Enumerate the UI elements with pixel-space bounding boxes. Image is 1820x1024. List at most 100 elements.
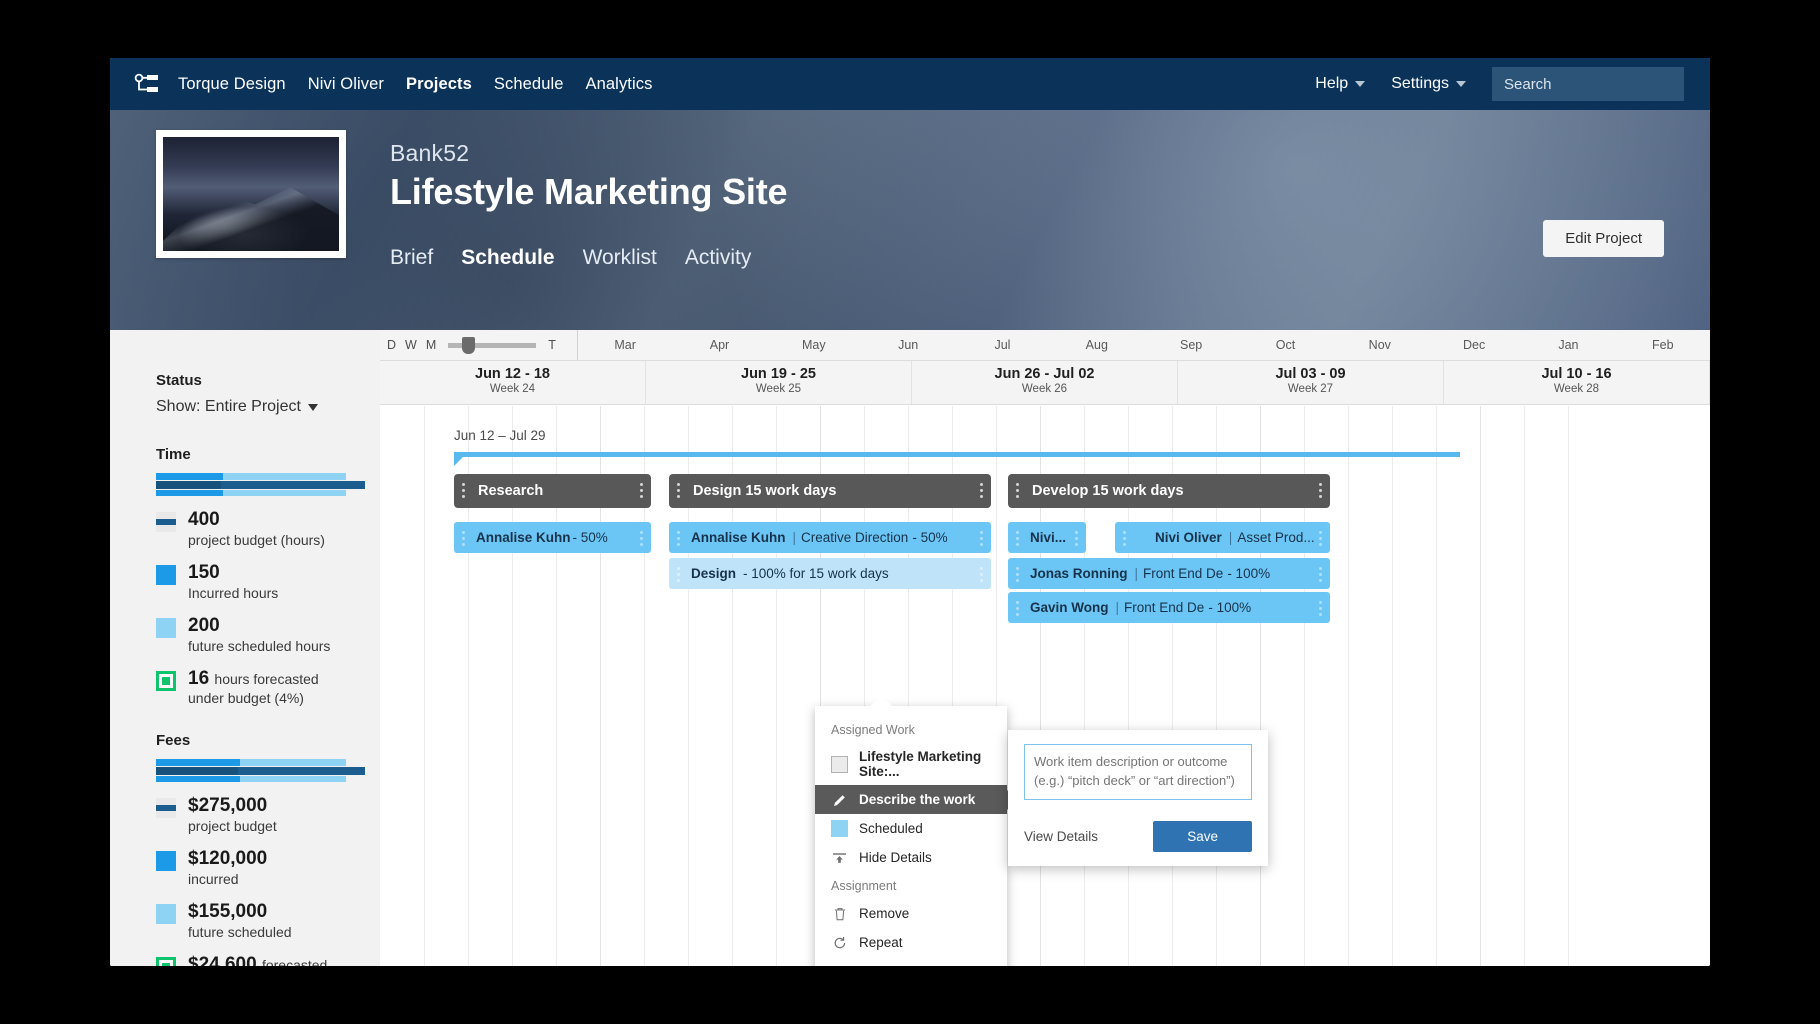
repeat-icon: [831, 934, 848, 951]
drag-handle-right[interactable]: [980, 567, 983, 583]
tab-schedule[interactable]: Schedule: [461, 246, 554, 270]
gantt-timeline: D W M T Mar Apr May Jun Jul Aug Sep Oct …: [380, 330, 1710, 966]
legend-row: 150 Incurred hours: [156, 562, 380, 601]
drag-handle-right[interactable]: [640, 483, 643, 499]
drag-handle-left[interactable]: [462, 531, 465, 547]
swatch-incurred-icon: [156, 565, 176, 585]
week-column[interactable]: Jul 03 - 09 Week 27: [1178, 361, 1444, 404]
drag-handle-right[interactable]: [1319, 483, 1322, 499]
week-column[interactable]: Jun 26 - Jul 02 Week 26: [912, 361, 1178, 404]
drag-handle-left[interactable]: [462, 483, 465, 499]
phase-label: Develop 15 work days: [1032, 483, 1184, 499]
drag-handle-right[interactable]: [980, 531, 983, 547]
week-range: Jun 12 - 18: [380, 366, 645, 382]
week-column[interactable]: Jun 12 - 18 Week 24: [380, 361, 646, 404]
chevron-down-icon: [1355, 81, 1365, 87]
zoom-total-button[interactable]: T: [548, 338, 556, 352]
nav-link-torque-design[interactable]: Torque Design: [178, 75, 286, 94]
ctx-item-scheduled[interactable]: Scheduled: [815, 814, 1007, 843]
help-menu[interactable]: Help: [1315, 75, 1365, 93]
tab-worklist[interactable]: Worklist: [583, 246, 657, 270]
task-bar-nivi-short[interactable]: Nivi...: [1008, 522, 1086, 553]
swatch-blue-icon: [831, 820, 848, 837]
ctx-item-describe-the-work[interactable]: Describe the work: [815, 785, 1007, 814]
phase-bar-research[interactable]: Research: [454, 474, 651, 508]
week-column[interactable]: Jul 10 - 16 Week 28: [1444, 361, 1710, 404]
task-bar-jonas-ronning[interactable]: Jonas Ronning | Front End De - 100%: [1008, 558, 1330, 589]
legend-row: 400 project budget (hours): [156, 509, 380, 548]
task-bar-gavin-wong[interactable]: Gavin Wong | Front End De - 100%: [1008, 592, 1330, 623]
week-number: Week 25: [646, 383, 911, 395]
nav-link-schedule[interactable]: Schedule: [494, 75, 564, 94]
zoom-day-button[interactable]: D: [387, 338, 396, 352]
nav-link-nivi-oliver[interactable]: Nivi Oliver: [308, 75, 384, 94]
task-assignee: Nivi Oliver: [1155, 530, 1222, 545]
show-scope-dropdown[interactable]: Show: Entire Project: [156, 398, 380, 416]
zoom-slider-handle[interactable]: [462, 337, 475, 354]
drag-handle-right[interactable]: [1075, 531, 1078, 547]
drag-handle-left[interactable]: [677, 483, 680, 499]
person-icon: [831, 963, 848, 966]
month-apr: Apr: [672, 338, 766, 352]
zoom-slider[interactable]: [448, 343, 536, 348]
task-bar-design-allocation[interactable]: Design - 100% for 15 work days: [669, 558, 991, 589]
view-details-link[interactable]: View Details: [1024, 829, 1098, 844]
task-separator: |: [1135, 566, 1139, 581]
swatch-incurred-icon: [156, 851, 176, 871]
work-description-input[interactable]: [1024, 744, 1252, 800]
drag-handle-left[interactable]: [1016, 567, 1019, 583]
swatch-budget-icon: [156, 798, 176, 818]
task-bar-annalise-research[interactable]: Annalise Kuhn - 50%: [454, 522, 651, 553]
drag-handle-left[interactable]: [1016, 601, 1019, 617]
month-jan: Jan: [1521, 338, 1615, 352]
time-meter: [156, 473, 346, 495]
task-assignee: Jonas Ronning: [1030, 566, 1128, 581]
month-nov: Nov: [1333, 338, 1427, 352]
drag-handle-right[interactable]: [980, 483, 983, 499]
zoom-month-button[interactable]: M: [426, 338, 436, 352]
show-scope-label: Show: Entire Project: [156, 398, 301, 416]
ctx-item-remove[interactable]: Remove: [815, 899, 1007, 928]
drag-handle-left[interactable]: [1123, 531, 1126, 547]
swatch-budget-icon: [156, 512, 176, 532]
task-bar-nivi-oliver[interactable]: Nivi Oliver | Asset Prod...: [1115, 522, 1330, 553]
week-column[interactable]: Jun 19 - 25 Week 25: [646, 361, 912, 404]
fees-incurred-value: $120,000: [188, 848, 267, 870]
ctx-item-label: Remove: [859, 906, 909, 921]
edit-project-button[interactable]: Edit Project: [1543, 220, 1664, 257]
nav-link-projects[interactable]: Projects: [406, 75, 472, 94]
trash-icon: [831, 905, 848, 922]
task-role: Front End De: [1143, 566, 1223, 581]
nav-link-analytics[interactable]: Analytics: [586, 75, 653, 94]
time-forecast-unit: hours forecasted: [214, 671, 318, 687]
ctx-item-hide-details[interactable]: Hide Details: [815, 843, 1007, 872]
drag-handle-left[interactable]: [1016, 531, 1019, 547]
drag-handle-right[interactable]: [640, 531, 643, 547]
swatch-grey-icon: [831, 756, 848, 773]
ctx-item-assigned-project[interactable]: Lifestyle Marketing Site:...: [815, 743, 1007, 785]
tab-activity[interactable]: Activity: [685, 246, 752, 270]
save-button[interactable]: Save: [1153, 821, 1252, 852]
zoom-week-button[interactable]: W: [405, 338, 417, 352]
search-input[interactable]: [1492, 67, 1684, 101]
drag-handle-right[interactable]: [1319, 601, 1322, 617]
task-bar-annalise-design[interactable]: Annalise Kuhn | Creative Direction - 50%: [669, 522, 991, 553]
fees-forecast-number: $24,600: [188, 954, 257, 966]
drag-handle-left[interactable]: [677, 567, 680, 583]
ctx-item-repeat[interactable]: Repeat: [815, 928, 1007, 957]
drag-handle-right[interactable]: [1319, 567, 1322, 583]
status-sidebar: Status Show: Entire Project Time 400 pro…: [110, 330, 380, 966]
project-client: Bank52: [390, 140, 787, 167]
time-forecast-label: under budget (4%): [188, 690, 319, 706]
phase-bar-design[interactable]: Design 15 work days: [669, 474, 991, 508]
drag-handle-right[interactable]: [1319, 531, 1322, 547]
org-chart-icon[interactable]: [134, 73, 160, 95]
tab-brief[interactable]: Brief: [390, 246, 433, 270]
drag-handle-left[interactable]: [1016, 483, 1019, 499]
task-assignee: Nivi...: [1030, 530, 1066, 545]
phase-bar-develop[interactable]: Develop 15 work days: [1008, 474, 1330, 508]
drag-handle-left[interactable]: [677, 531, 680, 547]
ctx-item-reassign[interactable]: Reassign: [815, 957, 1007, 966]
mountain-photo: [163, 137, 339, 251]
settings-menu[interactable]: Settings: [1391, 75, 1466, 93]
